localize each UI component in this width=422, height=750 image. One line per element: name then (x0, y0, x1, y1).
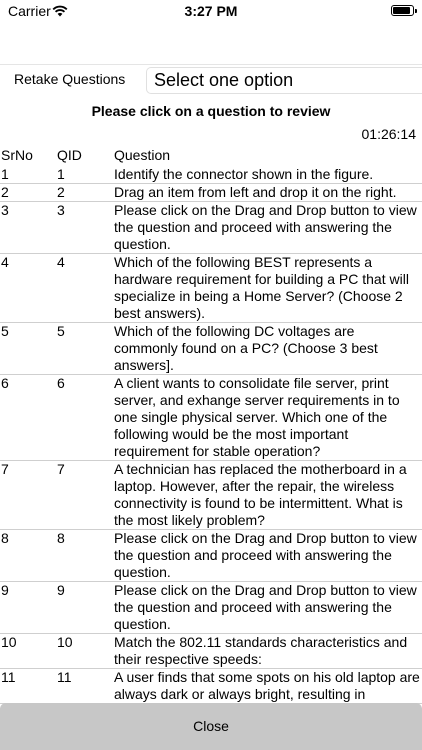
qid-cell: 6 (57, 375, 65, 391)
qid-cell: 7 (57, 461, 65, 477)
table-header: SrNo QID Question (0, 147, 422, 166)
divider (0, 64, 422, 65)
table-row[interactable]: 5 5 Which of the following DC voltages are… (0, 323, 422, 375)
retake-questions-label: Retake Questions (14, 71, 126, 87)
battery-icon (391, 5, 417, 16)
question-cell: Which of the following BEST represents a… (114, 254, 409, 321)
questions-table: SrNo QID Question 1 1 Identify the connect… (0, 147, 422, 704)
battery-fill (393, 7, 410, 14)
table-row[interactable]: 2 2 Drag an item from left and drop it on … (0, 184, 422, 202)
srno-cell: 3 (1, 202, 9, 218)
qid-cell: 3 (57, 202, 65, 218)
status-bar: Carrier 3:27 PM (0, 0, 422, 24)
question-cell: Please click on the Drag and Drop button… (114, 202, 417, 252)
question-cell: Which of the following DC voltages are c… (114, 323, 378, 373)
qid-cell: 8 (57, 530, 65, 546)
table-row[interactable]: 8 8 Please click on the Drag and Drop butt… (0, 530, 422, 582)
srno-cell: 11 (1, 669, 16, 685)
srno-cell: 8 (1, 530, 9, 546)
srno-cell: 10 (1, 634, 17, 650)
clock-time: 3:27 PM (184, 3, 238, 19)
srno-cell: 5 (1, 323, 9, 339)
question-cell: Drag an item from left and drop it on th… (114, 184, 397, 200)
srno-cell: 4 (1, 254, 9, 270)
question-cell: Match the 802.11 standards characteristi… (114, 634, 408, 667)
qid-header: QID (57, 147, 82, 163)
srno-cell: 7 (1, 461, 9, 477)
question-cell: Please click on the Drag and Drop button… (114, 582, 417, 632)
table-row[interactable]: 3 3 Please click on the Drag and Drop butt… (0, 202, 422, 254)
question-cell: Please click on the Drag and Drop button… (114, 530, 417, 580)
qid-cell: 2 (57, 184, 65, 200)
table-row[interactable]: 11 11 A user finds that some spots on his … (0, 669, 422, 704)
question-cell: A client wants to consolidate file serve… (114, 375, 400, 459)
retake-option-select[interactable]: Select one option (146, 67, 422, 94)
qid-cell: 10 (57, 634, 73, 650)
table-row[interactable]: 7 7 A technician has replaced the motherbo… (0, 461, 422, 530)
qid-cell: 9 (57, 582, 65, 598)
srno-cell: 1 (1, 166, 9, 182)
table-row[interactable]: 10 10 Match the 802.11 standards character… (0, 634, 422, 669)
exam-timer: 01:26:14 (361, 126, 417, 142)
review-instruction: Please click on a question to review (91, 103, 331, 119)
qid-cell: 4 (57, 254, 65, 270)
table-body: 1 1 Identify the connector shown in the fi… (0, 166, 422, 704)
question-cell: A user finds that some spots on his old … (114, 669, 420, 702)
close-button[interactable]: Close (0, 703, 422, 750)
srno-cell: 2 (1, 184, 9, 200)
question-header: Question (114, 147, 171, 163)
srno-header: SrNo (1, 147, 33, 163)
table-row[interactable]: 9 9 Please click on the Drag and Drop butt… (0, 582, 422, 634)
srno-cell: 6 (1, 375, 9, 391)
question-cell: A technician has replaced the motherboar… (114, 461, 407, 528)
table-row[interactable]: 1 1 Identify the connector shown in the fi… (0, 166, 422, 184)
qid-cell: 5 (57, 323, 65, 339)
qid-cell: 11 (57, 669, 72, 685)
srno-cell: 9 (1, 582, 9, 598)
qid-cell: 1 (57, 166, 65, 182)
question-cell: Identify the connector shown in the figu… (114, 166, 374, 182)
table-row[interactable]: 6 6 A client wants to consolidate file ser… (0, 375, 422, 461)
table-row[interactable]: 4 4 Which of the following BEST represents… (0, 254, 422, 323)
